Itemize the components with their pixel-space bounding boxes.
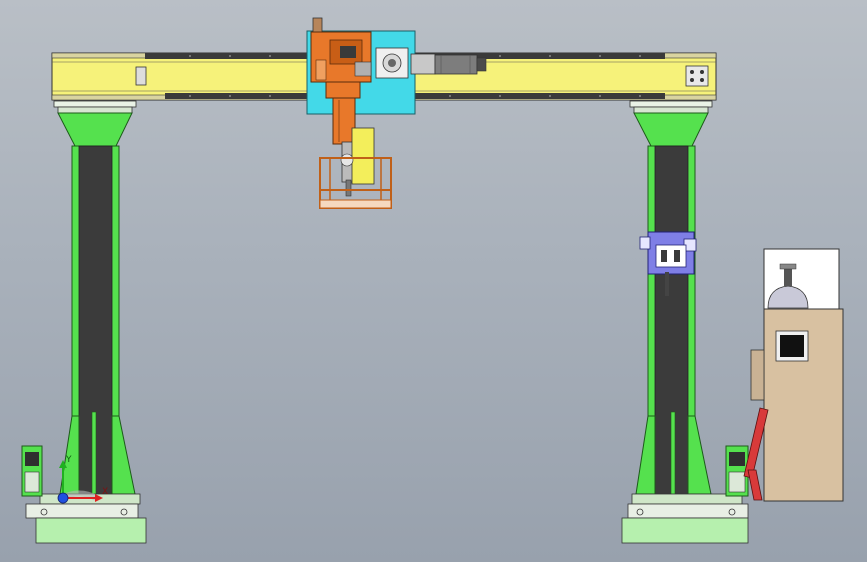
axis-x-label: X bbox=[102, 487, 108, 497]
travel-motor[interactable] bbox=[410, 53, 487, 75]
axis-y-label: Y bbox=[65, 455, 72, 465]
gantry-welding-assembly: Y X bbox=[21, 17, 844, 544]
right-column[interactable] bbox=[621, 100, 749, 544]
cad-viewport[interactable]: Y X bbox=[0, 0, 867, 562]
welding-power-cabinet[interactable] bbox=[750, 248, 844, 502]
left-column[interactable] bbox=[21, 100, 147, 544]
